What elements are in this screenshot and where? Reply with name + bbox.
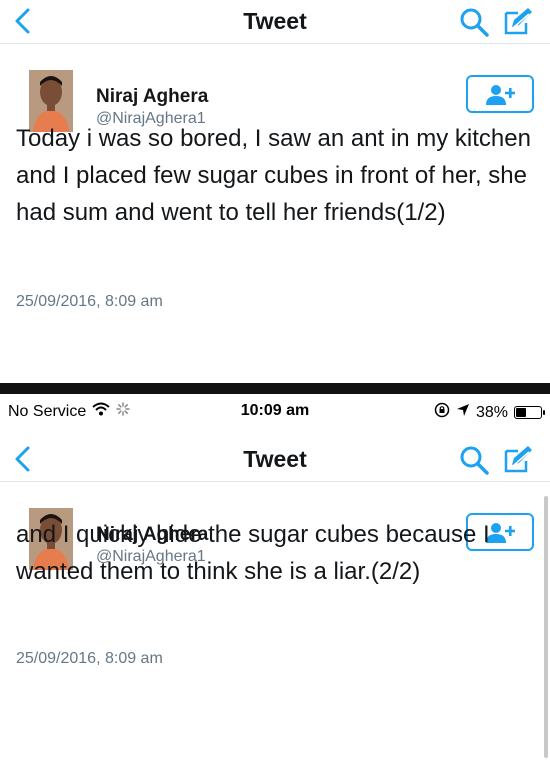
- search-icon[interactable]: [458, 6, 490, 38]
- compose-icon[interactable]: [502, 443, 534, 475]
- nav-bar: Tweet: [0, 0, 550, 44]
- battery-percent: 38%: [475, 403, 508, 421]
- tweet-text: Today i was so bored, I saw an ant in my…: [16, 125, 531, 226]
- chevron-left-icon[interactable]: [10, 6, 38, 36]
- add-user-icon: [486, 85, 515, 105]
- location-arrow-icon: [456, 403, 470, 422]
- search-icon[interactable]: [458, 444, 490, 476]
- tweet-screen-2: No Service 10:09 am 38% Tweet Niraj Aghe…: [0, 394, 550, 774]
- battery-icon: [514, 406, 545, 419]
- scrollbar[interactable]: [544, 496, 548, 758]
- tweet-screen-1: Tweet Niraj Aghera @NirajAghera1 Today i…: [0, 0, 550, 383]
- tweet-timestamp: 25/09/2016, 8:09 am: [16, 293, 163, 310]
- tweet-text: and I quickly hide the sugar cubes becau…: [16, 521, 490, 585]
- battery-level: [516, 408, 526, 417]
- nav-bar: Tweet: [0, 438, 550, 482]
- screenshot-divider: [0, 383, 550, 394]
- status-bar: No Service 10:09 am 38%: [0, 394, 550, 428]
- chevron-left-icon[interactable]: [10, 444, 38, 474]
- rotation-lock-icon: [434, 402, 450, 423]
- tweet-timestamp: 25/09/2016, 8:09 am: [16, 650, 163, 667]
- compose-icon[interactable]: [502, 5, 534, 37]
- follow-button[interactable]: [466, 75, 534, 113]
- author-name[interactable]: Niraj Aghera: [96, 86, 208, 108]
